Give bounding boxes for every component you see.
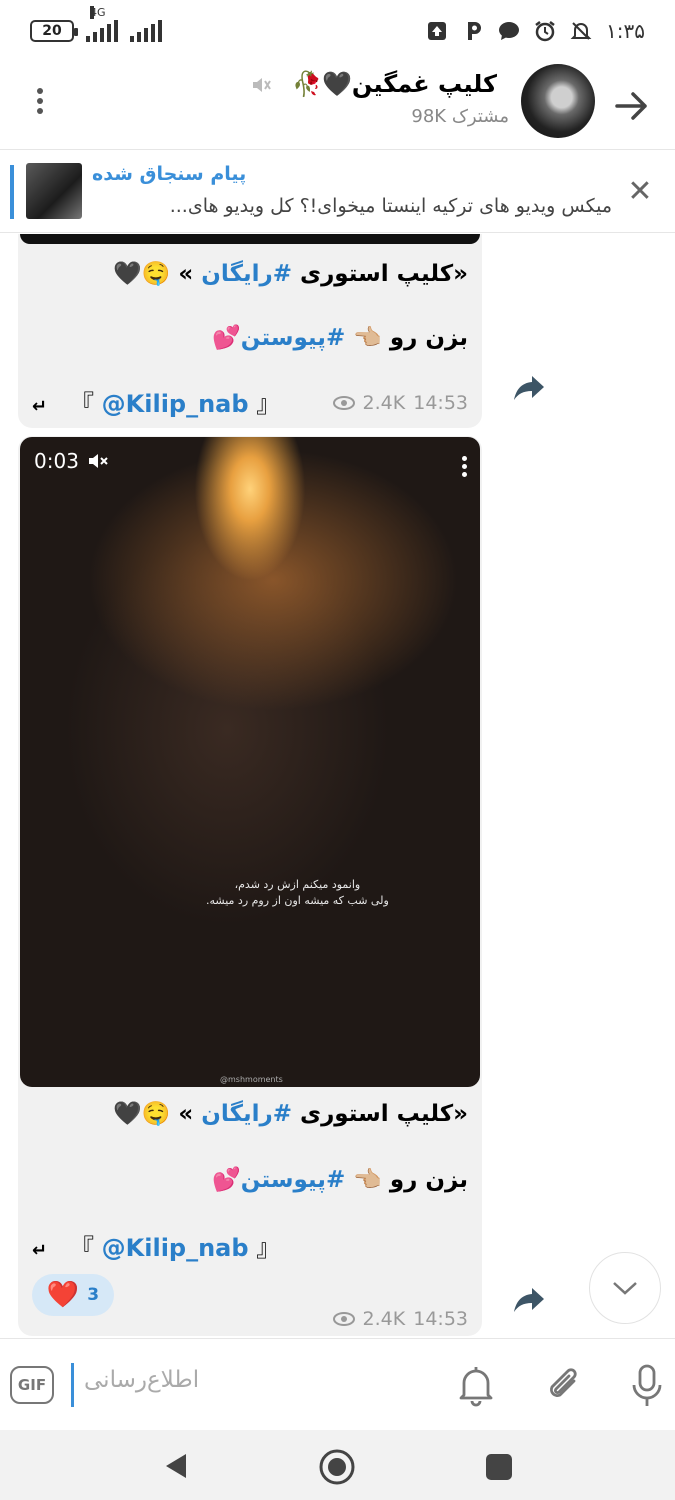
message-time: 14:53 xyxy=(413,392,468,414)
signal-icon xyxy=(130,20,162,42)
video-caption: وانمود میکنم ازش رد شدم، ولی شب که میشه … xyxy=(206,878,389,907)
username-link[interactable]: @Kilip_nab xyxy=(102,1234,249,1262)
hashtag-link[interactable]: #پیوستن xyxy=(241,1167,345,1193)
nav-back-icon[interactable] xyxy=(162,1452,190,1480)
hashtag-link[interactable]: #رایگان xyxy=(201,261,292,287)
nav-home-icon[interactable] xyxy=(318,1448,356,1486)
pinned-title: پیام سنجاق شده xyxy=(92,163,247,185)
message-meta: 2.4K 14:53 xyxy=(332,392,468,414)
reply-glyph: ↵ xyxy=(32,1240,48,1261)
scroll-down-button[interactable] xyxy=(589,1252,661,1324)
alarm-icon xyxy=(534,20,556,42)
more-options-icon[interactable] xyxy=(28,84,52,124)
channel-title[interactable]: کلیپ غمگین🖤🥀 xyxy=(292,70,497,98)
system-nav-bar xyxy=(0,1430,675,1500)
muted-icon xyxy=(253,78,271,92)
subscriber-count: مشترک 98K xyxy=(411,106,509,127)
upload-icon xyxy=(426,20,448,42)
battery-level: 20 xyxy=(42,23,62,39)
message-line-2: بزن رو 👈🏼 #پیوستن💕 xyxy=(212,325,468,351)
view-count: 2.4K xyxy=(362,1308,406,1330)
heart-icon: ❤️ xyxy=(46,1280,80,1310)
bell-icon[interactable] xyxy=(456,1363,496,1407)
parking-icon xyxy=(462,20,484,42)
close-pinned-icon[interactable]: ✕ xyxy=(625,177,655,207)
reaction-heart[interactable]: ❤️ 3 xyxy=(32,1274,114,1316)
video-menu-icon[interactable] xyxy=(460,453,468,481)
username-link[interactable]: @Kilip_nab xyxy=(102,390,249,418)
hashtag-link[interactable]: #پیوستن xyxy=(241,325,345,351)
message-time: 14:53 xyxy=(413,1308,468,1330)
battery-icon: 20 xyxy=(30,20,78,42)
message-line-1: «کلیپ استوری #رایگان » 🤤🖤 xyxy=(113,261,468,287)
channel-avatar[interactable] xyxy=(521,64,595,138)
message-bubble[interactable]: «کلیپ استوری #رایگان » 🤤🖤 بزن رو 👈🏼 #پیو… xyxy=(18,234,482,428)
signature: 『 @Kilip_nab 』 xyxy=(70,1234,281,1262)
text-cursor xyxy=(71,1363,74,1407)
nav-recents-icon[interactable] xyxy=(486,1454,512,1480)
status-bar: 20 4G ۱:۳۵ xyxy=(0,0,675,62)
reaction-count: 3 xyxy=(87,1285,100,1305)
video-player[interactable]: 0:03 وانمود میکنم ازش رد شدم، ولی شب که … xyxy=(20,437,480,1087)
attach-icon[interactable] xyxy=(544,1363,584,1407)
video-muted-icon[interactable] xyxy=(87,451,109,471)
share-icon[interactable] xyxy=(510,368,548,406)
message-input[interactable]: اطلاع‌رسانی xyxy=(84,1367,199,1393)
notifications-off-icon xyxy=(570,20,592,42)
message-line-1: «کلیپ استوری #رایگان » 🤤🖤 xyxy=(113,1101,468,1127)
views-icon xyxy=(332,396,355,410)
video-watermark: @mshmoments xyxy=(220,1075,283,1084)
pinned-text: میکس ویدیو های ترکیه اینستا میخوای!؟ کل … xyxy=(169,195,612,217)
message-bubble[interactable]: 0:03 وانمود میکنم ازش رد شدم، ولی شب که … xyxy=(18,436,482,1336)
pinned-message-bar[interactable]: پیام سنجاق شده میکس ویدیو های ترکیه اینس… xyxy=(0,151,675,233)
pinned-indicator xyxy=(10,165,14,219)
views-icon xyxy=(332,1312,355,1326)
signal-4g-icon: 4G xyxy=(86,6,118,42)
message-line-2: بزن رو 👈🏼 #پیوستن💕 xyxy=(212,1167,468,1193)
reply-glyph: ↵ xyxy=(32,396,48,417)
clock: ۱:۳۵ xyxy=(606,19,645,43)
back-arrow-icon[interactable] xyxy=(611,86,651,126)
share-icon[interactable] xyxy=(510,1280,548,1318)
chevron-down-icon xyxy=(613,1282,637,1295)
status-bar-right: ۱:۳۵ xyxy=(426,19,645,43)
microphone-icon[interactable] xyxy=(630,1363,664,1409)
input-bar: GIF اطلاع‌رسانی xyxy=(0,1338,675,1430)
message-meta: 2.4K 14:53 xyxy=(332,1308,468,1330)
gif-button[interactable]: GIF xyxy=(10,1366,54,1404)
pinned-thumbnail xyxy=(26,163,82,219)
view-count: 2.4K xyxy=(362,392,406,414)
signature: 『 @Kilip_nab 』 xyxy=(70,390,281,418)
chat-header: کلیپ غمگین🖤🥀 مشترک 98K xyxy=(0,62,675,150)
network-type: 4G xyxy=(90,6,106,19)
previous-media[interactable] xyxy=(20,234,480,244)
chat-bubble-icon xyxy=(498,20,520,42)
video-duration: 0:03 xyxy=(34,449,109,473)
chat-area[interactable]: «کلیپ استوری #رایگان » 🤤🖤 بزن رو 👈🏼 #پیو… xyxy=(0,234,675,1338)
hashtag-link[interactable]: #رایگان xyxy=(201,1101,292,1127)
status-bar-left: 20 4G xyxy=(30,6,162,42)
